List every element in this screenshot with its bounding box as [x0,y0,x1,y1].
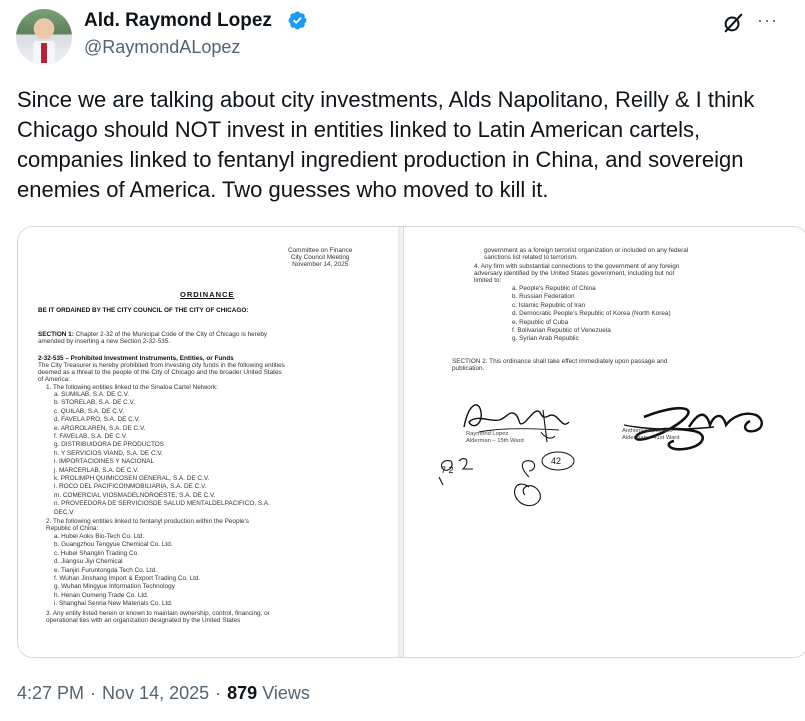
adversary-item: b. Russian Federation [512,293,575,301]
cartel-entity-item: g. DISTRIBUIDORA DE PRODUCTOS [54,441,164,449]
section2-line-2: publication. [452,365,485,372]
tweet-media-image[interactable]: Committee on Finance City Council Meetin… [17,226,805,658]
ordained-line: BE IT ORDAINED BY THE CITY COUNCIL OF TH… [38,307,249,314]
committee-line: Committee on Finance [288,247,353,254]
ordinance-title: ORDINANCE [180,290,235,299]
date-line: November 14, 2025 [292,261,349,269]
cartel-entity-item: c. QUILAB, S.A. DE C.V. [54,407,125,415]
section1-line-2: amended by inserting a new Section 2-32-… [38,338,171,345]
china-entity-item: b. Guangzhou Tengyue Chemical Co. Ltd. [54,541,173,549]
intro-line-3: of America: [38,376,70,383]
adversary-item: a. People's Republic of China [512,285,596,292]
grok-slash-icon[interactable] [722,12,744,34]
adversary-item: e. Republic of Cuba [512,318,569,326]
cartel-entity-item: a. SUMILAB, S.A. DE C.V. [54,391,130,398]
separator: · [90,683,97,703]
cartel-entity-item: n. PROVEEDORA DE SERVICIOSDE SALUD MENTA… [54,500,270,508]
author-name[interactable]: Ald. Raymond Lopez [84,10,272,32]
views-count[interactable]: 879 [227,683,257,703]
cartel-entity-item: b. STORELAB, S.A. DE C.V. [54,399,135,407]
signer1-title: Alderman – 15th Ward [466,438,524,444]
handwritten-marks: 42 7 2 [438,451,575,507]
meeting-line: City Council Meeting [290,254,350,262]
cartel-entity-item: DEC.V [54,508,74,516]
signer1-name: Raymond Lopez [466,431,509,437]
section1-text: Chapter 2-32 of the Municipal Code of th… [73,331,268,338]
views-label: Views [262,683,310,703]
adversary-item: c. Islamic Republic of Iran [512,301,586,309]
china-entity-item: h. Henan Oumeng Trade Co. Ltd. [54,591,149,599]
china-entity-item: e. Tianjin Furuntongda Tech Co. Ltd. [54,566,157,574]
china-entity-item: d. Jiangsu Jiyi Chemical [54,558,123,566]
tweet-text: Since we are talking about city investme… [17,87,755,202]
china-entity-item: a. Hubei Aoks Bio-Tech Co. Ltd. [54,533,145,540]
item-4-line-3: limited to: [474,277,502,284]
cartel-entity-item: h. Y SERVICIOS VIAND, S.A. DE C.V. [54,449,163,457]
cartel-entity-item: m. COMERCIAL VIOSMADELNOROESTE, S.A. DE … [54,491,216,499]
adversary-item: g. Syrian Arab Republic [512,335,579,343]
cartel-entity-item: e. ARGROLAREN, S.A. DE C.V. [54,424,146,432]
china-entity-item: f. Wuhan Jinshang Import & Export Tradin… [54,575,201,582]
cartel-entity-item: f. FAVELAB, S.A. DE C.V. [54,433,128,440]
avatar-tie [41,43,47,63]
author-handle[interactable]: @RaymondALopez [84,37,240,58]
section1-label: SECTION 1: [38,331,74,338]
adversary-item: d. Democratic People's Republic of Korea… [512,310,671,318]
document-page-left: Committee on Finance City Council Meetin… [18,227,398,657]
handwritten-7-2: 7 2 [441,465,454,475]
signature-napolitano [623,406,763,451]
item-2-line-2: Republic of China: [46,525,99,532]
cartel-entity-item: i. IMPORTACIOINES Y NACIONAL [54,458,155,466]
cartel-entity-item: k. PROLIMPH QUIMICOSEN GENERAL, S.A. DE … [54,475,210,482]
separator: · [215,683,222,703]
tweet-meta: 4:27 PM · Nov 14, 2025 · 879 Views [17,683,310,704]
tweet-time[interactable]: 4:27 PM [17,683,84,703]
cartel-entity-item: j. MARCERLAB, S.A. DE C.V. [54,466,139,474]
signer2-title: Alderman – 41st Ward [622,435,680,441]
adversary-item: f. Bolivarian Republic of Venezuela [512,327,611,334]
cartel-entity-item: d. FAVELA PRO, S.A. DE C.V. [54,416,140,424]
document-page-right: government as a foreign terrorist organi… [403,227,805,657]
tweet-date[interactable]: Nov 14, 2025 [102,683,209,703]
china-entity-item: c. Hubei Shanglin Trading Co. [54,549,139,557]
verified-badge-icon [288,11,307,30]
cartel-entity-item: l. ROCO DEL PACIFICOINMOBILIARIA, S.A. D… [54,483,207,491]
more-dots-icon[interactable]: ··· [757,10,778,31]
item-4-line-2: adversary identified by the United State… [474,270,675,277]
china-entity-item: g. Wuhan Mingyue Information Technology [54,583,175,591]
intro-line-2: deemed as a threat to the people of the … [38,369,282,376]
document-header: Committee on Finance City Council Meetin… [288,247,352,269]
signer2-name: Anthony Napolitano [622,428,673,434]
avatar[interactable] [16,9,72,65]
item-3-line-2: operational ties with an organization de… [46,617,241,624]
china-entity-item: i. Shanghai Senria New Materials Co. Ltd… [54,600,173,608]
handwritten-42: 42 [551,456,561,466]
continuation-line-2: sanctions list related to terrorism. [484,254,578,261]
